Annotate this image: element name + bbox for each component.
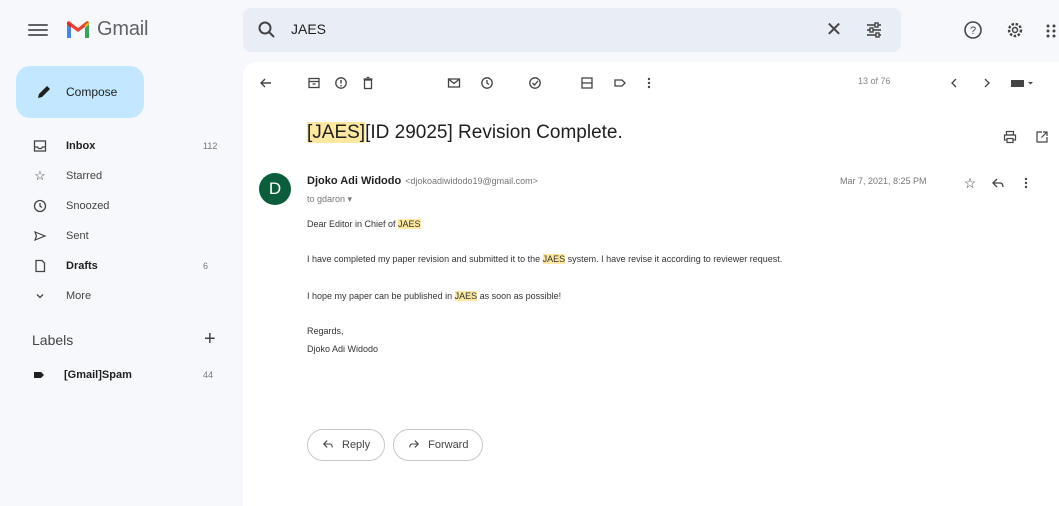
page-count: 13 of 76 <box>858 76 891 86</box>
forward-button[interactable]: Forward <box>393 429 484 461</box>
body-signature: Djoko Adi Widodo <box>307 344 379 354</box>
star-icon: ☆ <box>34 168 46 183</box>
search-input[interactable] <box>291 21 691 37</box>
text: as soon as possible! <box>477 291 562 301</box>
help-icon[interactable]: ? <box>961 18 985 42</box>
subject-text: [ID 29025] Revision Complete. <box>365 122 623 143</box>
newer-chevron-icon[interactable] <box>943 72 965 94</box>
label-tag-icon <box>34 372 44 378</box>
gmail-logo[interactable]: Gmail <box>65 18 148 41</box>
search-options-icon[interactable] <box>863 19 885 41</box>
body-paragraph-1: I have completed my paper revision and s… <box>307 254 782 264</box>
sidebar-item-label: Starred <box>66 170 103 182</box>
sidebar-item-snoozed[interactable]: Snoozed <box>0 194 243 218</box>
svg-text:?: ? <box>970 25 976 37</box>
label-item-spam[interactable]: [Gmail]Spam 44 <box>32 368 213 382</box>
input-tools-icon[interactable] <box>1007 72 1037 94</box>
draft-icon <box>32 258 48 274</box>
report-spam-icon[interactable] <box>330 72 352 94</box>
inbox-icon <box>32 138 48 154</box>
recipient-details[interactable]: to gdaron ▾ <box>307 194 352 205</box>
inbox-count: 112 <box>203 141 218 151</box>
forward-icon <box>408 438 420 453</box>
sidebar-item-label: Drafts <box>66 260 98 272</box>
reply-label: Reply <box>342 439 371 451</box>
sidebar: Compose Inbox 112 ☆ Starred Snoozed Sent <box>0 62 243 506</box>
search-icon[interactable] <box>257 20 277 40</box>
print-icon[interactable] <box>999 126 1021 148</box>
forward-label: Forward <box>428 439 469 451</box>
clock-icon <box>32 198 48 214</box>
email-subject: [JAES][ID 29025] Revision Complete. <box>307 122 623 144</box>
main-menu-button[interactable] <box>28 21 48 41</box>
gmail-m-icon <box>67 20 89 38</box>
highlight: JAES <box>542 254 566 264</box>
clear-search-icon[interactable]: ✕ <box>823 19 845 41</box>
text: I hope my paper can be published in <box>307 291 455 301</box>
message-view: 13 of 76 [JAES][ID 29025] Revision Compl… <box>243 62 1059 506</box>
drafts-count: 6 <box>203 261 209 271</box>
add-label-icon[interactable]: + <box>204 328 216 351</box>
star-icon[interactable]: ☆ <box>959 172 981 194</box>
add-to-tasks-icon[interactable] <box>524 72 546 94</box>
sidebar-item-more[interactable]: More <box>0 284 243 308</box>
body-greeting: Dear Editor in Chief of JAES <box>307 219 421 229</box>
reply-icon <box>322 438 334 453</box>
archive-icon[interactable] <box>303 72 325 94</box>
compose-button[interactable]: Compose <box>16 66 144 118</box>
top-bar: Gmail ✕ ? <box>0 0 1059 62</box>
reply-icon[interactable] <box>987 172 1009 194</box>
settings-icon[interactable] <box>1003 18 1027 42</box>
nav-list: Inbox 112 ☆ Starred Snoozed Sent Drafts … <box>0 134 243 314</box>
sender-email: <djokoadiwidodo19@gmail.com> <box>405 176 538 186</box>
text: system. I have revise it according to re… <box>565 254 783 264</box>
label-count: 44 <box>203 370 214 380</box>
search-bar: ✕ <box>243 8 901 52</box>
delete-icon[interactable] <box>357 72 379 94</box>
sidebar-item-label: Snoozed <box>66 200 110 212</box>
app-name: Gmail <box>97 18 149 40</box>
label-icon[interactable] <box>609 72 631 94</box>
move-to-icon[interactable] <box>576 72 598 94</box>
sidebar-item-drafts[interactable]: Drafts 6 <box>0 254 243 278</box>
sidebar-item-starred[interactable]: ☆ Starred <box>0 164 243 188</box>
back-arrow-icon[interactable] <box>255 72 277 94</box>
message-date: Mar 7, 2021, 8:25 PM <box>840 176 927 186</box>
subject-highlight: [JAES] <box>307 122 366 143</box>
message-toolbar: 13 of 76 <box>243 62 1059 106</box>
text: I have completed my paper revision and s… <box>307 254 543 264</box>
sidebar-item-label: Inbox <box>66 140 96 152</box>
label-name: [Gmail]Spam <box>64 369 132 381</box>
reply-button[interactable]: Reply <box>307 429 386 461</box>
more-options-icon[interactable] <box>1015 172 1037 194</box>
older-chevron-icon[interactable] <box>976 72 998 94</box>
pencil-icon <box>38 86 50 98</box>
chevron-down-icon <box>32 288 48 304</box>
highlight: JAES <box>454 291 478 301</box>
open-in-new-window-icon[interactable] <box>1031 126 1053 148</box>
more-options-icon[interactable] <box>638 72 660 94</box>
body-paragraph-2: I hope my paper can be published in JAES… <box>307 291 561 301</box>
reply-actions: Reply Forward <box>307 429 484 461</box>
top-icons: ? <box>961 18 1059 42</box>
avatar[interactable]: D <box>259 173 291 205</box>
sender: Djoko Adi Widodo <djokoadiwidodo19@gmail.… <box>307 175 538 187</box>
sidebar-item-inbox[interactable]: Inbox 112 <box>0 134 243 158</box>
apps-icon[interactable] <box>1045 18 1059 42</box>
mark-unread-icon[interactable] <box>443 72 465 94</box>
compose-label: Compose <box>66 85 118 99</box>
text: Dear Editor in Chief of <box>307 219 399 229</box>
body-signoff: Regards, <box>307 326 344 336</box>
sidebar-item-sent[interactable]: Sent <box>0 224 243 248</box>
sender-name[interactable]: Djoko Adi Widodo <box>307 175 401 187</box>
send-icon <box>32 228 48 244</box>
sidebar-item-label: Sent <box>66 230 89 242</box>
sidebar-item-label: More <box>66 290 92 302</box>
highlight: JAES <box>398 219 421 229</box>
snooze-icon[interactable] <box>476 72 498 94</box>
labels-heading: Labels <box>32 332 74 348</box>
